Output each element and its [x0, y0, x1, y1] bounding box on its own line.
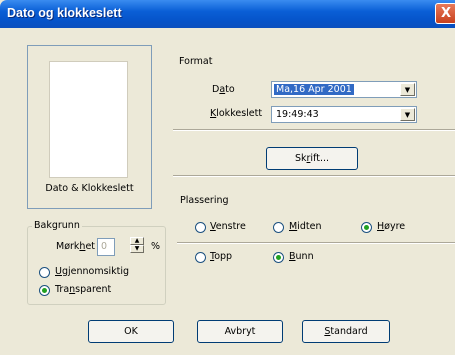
darkness-label: Mørkhet: [56, 241, 96, 252]
top-radio[interactable]: [195, 252, 206, 263]
chevron-down-icon[interactable]: ▼: [400, 83, 415, 96]
spin-down-icon: ▼: [134, 245, 140, 252]
darkness-unit: %: [151, 241, 161, 252]
standard-button[interactable]: Standard: [302, 320, 390, 343]
opaque-label: Ugjennomsiktig: [55, 266, 130, 277]
spin-up-icon: ▲: [134, 237, 140, 244]
opaque-radio[interactable]: [39, 267, 50, 278]
time-value: 19:49:43: [276, 109, 319, 120]
date-value: Ma,16 Apr 2001: [274, 84, 354, 95]
right-radio[interactable]: [361, 222, 372, 233]
transparent-label: Transparent: [55, 284, 112, 295]
bottom-label: Bunn: [289, 251, 314, 262]
time-label: Klokkeslett: [210, 108, 263, 119]
ok-button[interactable]: OK: [88, 320, 174, 343]
separator: [173, 175, 455, 177]
transparent-radio[interactable]: [39, 285, 50, 296]
date-label: Dato: [212, 84, 235, 95]
center-label: Midten: [289, 221, 322, 232]
close-icon: X: [440, 6, 452, 21]
top-label: Topp: [210, 251, 233, 262]
right-label: Høyre: [377, 221, 406, 232]
cancel-button[interactable]: Avbryt: [197, 320, 283, 343]
time-select[interactable]: 19:49:43 ▼: [271, 106, 417, 123]
left-label: Venstre: [210, 221, 246, 232]
background-group-label: Bakgrunn: [32, 220, 82, 231]
center-radio[interactable]: [273, 222, 284, 233]
placement-label: Plassering: [180, 195, 229, 206]
darkness-up-button[interactable]: ▲: [130, 237, 144, 245]
chevron-down-icon[interactable]: ▼: [400, 108, 415, 121]
close-button[interactable]: X: [435, 3, 455, 24]
darkness-down-button[interactable]: ▼: [130, 245, 144, 253]
format-label: Format: [179, 56, 213, 67]
window-title: Dato og klokkeslett: [7, 6, 122, 20]
preview-page: [49, 61, 128, 178]
preview-panel: Dato & Klokkeslett: [27, 45, 152, 209]
left-radio[interactable]: [195, 222, 206, 233]
title-bar: Dato og klokkeslett X: [0, 0, 455, 28]
font-button[interactable]: Skrift...: [266, 147, 358, 170]
separator: [177, 242, 455, 244]
separator: [173, 129, 455, 131]
date-select[interactable]: Ma,16 Apr 2001 ▼: [271, 81, 417, 98]
preview-caption: Dato & Klokkeslett: [45, 183, 134, 194]
bottom-radio[interactable]: [273, 252, 284, 263]
darkness-input[interactable]: 0: [97, 238, 115, 256]
